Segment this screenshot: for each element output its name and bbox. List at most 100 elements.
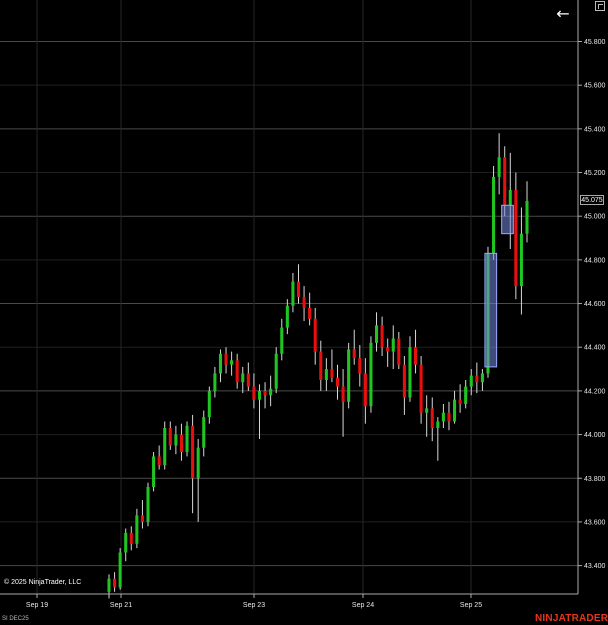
y-tick-label: 45.800 bbox=[584, 39, 606, 46]
y-tick-label: 45.400 bbox=[584, 126, 606, 133]
instrument-label: SI DEC25 bbox=[2, 616, 29, 622]
y-tick-label: 43.800 bbox=[584, 476, 606, 483]
candle-body bbox=[358, 358, 362, 374]
y-tick-label: 44.200 bbox=[584, 388, 606, 395]
candle-body bbox=[508, 189, 512, 206]
y-tick-label: 45.200 bbox=[584, 170, 606, 177]
candle-body bbox=[263, 390, 267, 396]
y-tick-label: 44.800 bbox=[584, 257, 606, 264]
candle-body bbox=[168, 428, 172, 446]
candle-body bbox=[464, 386, 468, 405]
candle-body bbox=[207, 390, 211, 418]
candle-body bbox=[235, 360, 239, 383]
candle-body bbox=[519, 233, 523, 287]
candlestick-chart[interactable]: 45.800 45.600 45.400 45.200 45.000 44.800 44.6… bbox=[0, 0, 608, 625]
candle-body bbox=[280, 327, 284, 354]
candle-body bbox=[374, 325, 379, 343]
candle-body bbox=[380, 325, 384, 348]
candle-body bbox=[453, 399, 457, 422]
y-tick-label: 45.600 bbox=[584, 83, 606, 90]
price-zones bbox=[484, 204, 514, 368]
candle-body bbox=[230, 360, 234, 365]
candle-body bbox=[269, 388, 273, 396]
candle-body bbox=[402, 364, 406, 398]
x-tick-label: Sep 19 bbox=[26, 602, 48, 609]
candle-body bbox=[497, 157, 501, 177]
x-tick-label: Sep 25 bbox=[460, 602, 482, 609]
ninjatrader-logo: NINJATRADER bbox=[535, 613, 608, 624]
candle-body bbox=[330, 369, 334, 378]
candle-body bbox=[419, 364, 423, 413]
last-price-tag: 45.075 bbox=[580, 194, 604, 205]
candle-body bbox=[492, 176, 496, 254]
candle-body bbox=[146, 486, 150, 522]
candle-body bbox=[118, 552, 122, 588]
candles bbox=[107, 133, 529, 599]
candle-body bbox=[363, 373, 367, 407]
candle-body bbox=[514, 189, 518, 287]
candle-body bbox=[430, 408, 434, 429]
y-tick-label: 43.600 bbox=[584, 519, 606, 526]
price-zone[interactable] bbox=[501, 204, 514, 235]
candle-body bbox=[386, 347, 390, 352]
candle-body bbox=[124, 532, 128, 553]
candle-body bbox=[224, 353, 228, 365]
candle-body bbox=[129, 532, 133, 544]
candle-body bbox=[308, 307, 312, 319]
candle-body bbox=[196, 447, 200, 479]
candle-body bbox=[503, 157, 507, 206]
candle-body bbox=[397, 338, 401, 365]
candle-body bbox=[369, 342, 373, 407]
y-tick-label: 44.600 bbox=[584, 301, 606, 308]
candle-body bbox=[135, 515, 139, 544]
candle-body bbox=[163, 428, 167, 466]
candle-body bbox=[202, 417, 206, 448]
candle-body bbox=[174, 434, 178, 446]
candle-body bbox=[447, 412, 451, 422]
candle-body bbox=[425, 408, 429, 413]
candle-body bbox=[391, 338, 395, 352]
panel-toggle-icon[interactable] bbox=[595, 1, 605, 11]
copyright-text: © 2025 NinjaTrader, LLC bbox=[4, 579, 82, 586]
candle-body bbox=[274, 353, 278, 389]
candle-body bbox=[347, 349, 351, 402]
candle-body bbox=[185, 425, 189, 453]
y-tick-label: 43.400 bbox=[584, 563, 606, 570]
back-arrow-icon[interactable]: ← bbox=[553, 4, 573, 24]
price-zone[interactable] bbox=[484, 252, 498, 368]
candle-body bbox=[408, 347, 412, 398]
candle-body bbox=[335, 377, 340, 387]
candle-body bbox=[241, 373, 245, 383]
x-tick-label: Sep 24 bbox=[352, 602, 374, 609]
candle-body bbox=[252, 386, 256, 400]
candle-body bbox=[436, 421, 440, 429]
candle-body bbox=[469, 375, 473, 387]
candle-body bbox=[414, 347, 418, 365]
candle-body bbox=[480, 373, 484, 383]
candle-body bbox=[179, 434, 183, 453]
candle-body bbox=[341, 386, 345, 402]
candle-body bbox=[157, 456, 161, 466]
candle-body bbox=[324, 369, 328, 380]
candle-body bbox=[475, 375, 479, 383]
candle-body bbox=[319, 351, 323, 380]
y-tick-label: 44.400 bbox=[584, 345, 606, 352]
candle-body bbox=[191, 425, 195, 479]
x-tick-label: Sep 21 bbox=[110, 602, 132, 609]
y-tick-label: 45.000 bbox=[584, 214, 606, 221]
candle-body bbox=[213, 373, 217, 391]
candle-body bbox=[441, 412, 445, 422]
candle-body bbox=[525, 200, 529, 234]
candle-body bbox=[257, 390, 262, 400]
candle-body bbox=[285, 305, 289, 328]
candle-body bbox=[291, 281, 295, 306]
candle-body bbox=[152, 456, 156, 487]
candle-body bbox=[246, 373, 250, 387]
candle-body bbox=[302, 297, 306, 308]
candle-body bbox=[107, 578, 111, 592]
y-tick-label: 44.000 bbox=[584, 432, 606, 439]
candle-body bbox=[296, 281, 301, 297]
candle-body bbox=[458, 399, 462, 405]
candle-body bbox=[352, 349, 356, 359]
candle-body bbox=[140, 515, 144, 522]
